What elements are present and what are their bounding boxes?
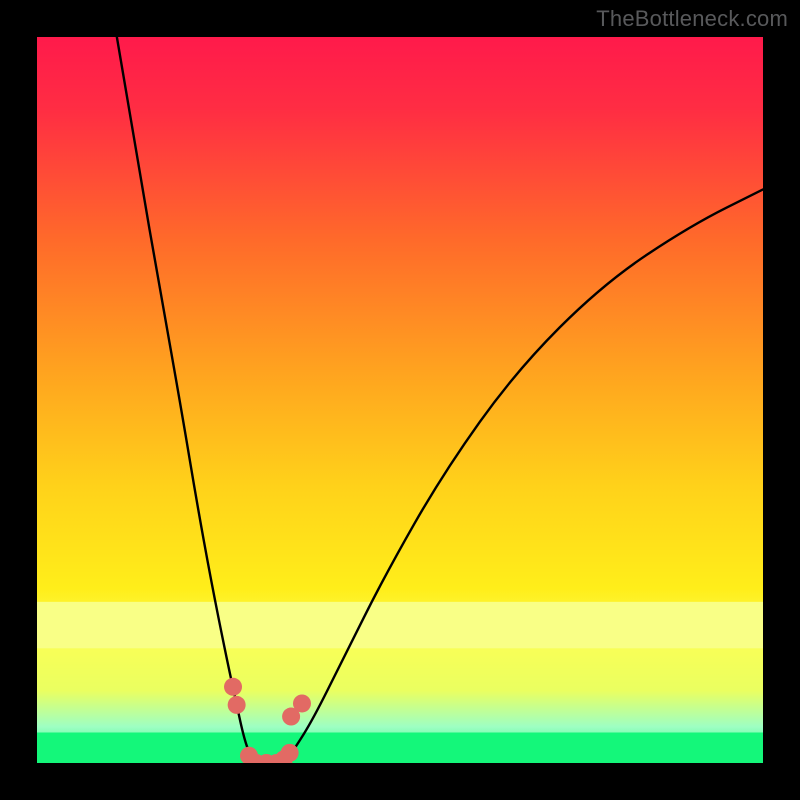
chart-stage: TheBottleneck.com <box>0 0 800 800</box>
data-marker <box>228 696 246 714</box>
chart-svg <box>37 37 763 763</box>
data-marker <box>224 678 242 696</box>
band-green-band <box>37 733 763 763</box>
watermark-text: TheBottleneck.com <box>596 6 788 32</box>
data-marker <box>281 744 299 762</box>
data-marker <box>293 694 311 712</box>
gradient-background <box>37 37 763 763</box>
band-pale-yellow-band <box>37 602 763 648</box>
plot-frame <box>37 37 763 763</box>
